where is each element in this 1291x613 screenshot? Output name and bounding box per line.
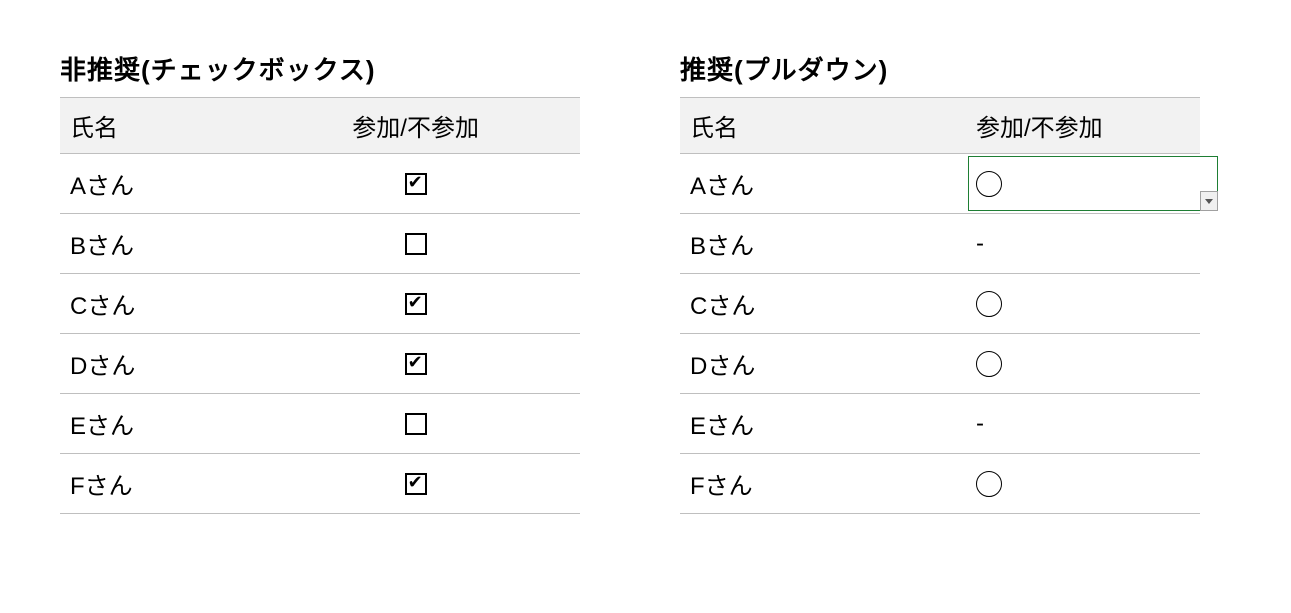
cell-pulldown[interactable] [966, 154, 1200, 214]
section-title-left: 非推奨(チェックボックス) [60, 50, 580, 87]
table-row: Bさん - [680, 214, 1200, 274]
cell-name: Bさん [680, 214, 966, 274]
cell-status [251, 274, 580, 334]
table-row: Eさん - [680, 394, 1200, 454]
checkbox-icon[interactable] [405, 413, 427, 435]
cell-name: Cさん [680, 274, 966, 334]
cell-status [251, 334, 580, 394]
cell-status [251, 214, 580, 274]
dropdown-button[interactable] [1200, 191, 1218, 211]
checkbox-icon[interactable] [405, 293, 427, 315]
table-pulldown: 氏名 参加/不参加 Aさん Bさん [680, 97, 1200, 514]
cell-pulldown[interactable]: - [966, 214, 1200, 274]
checkbox-icon[interactable] [405, 233, 427, 255]
table-row: Fさん [60, 454, 580, 514]
dash-icon: - [976, 230, 984, 258]
cell-pulldown[interactable] [966, 454, 1200, 514]
header-status-right: 参加/不参加 [966, 98, 1200, 154]
header-name-right: 氏名 [680, 98, 966, 154]
table-checkbox: 氏名 参加/不参加 Aさん Bさん Cさん [60, 97, 580, 514]
table-row: Dさん [680, 334, 1200, 394]
cell-name: Aさん [680, 154, 966, 214]
cell-name: Dさん [680, 334, 966, 394]
cell-pulldown[interactable]: - [966, 394, 1200, 454]
selected-cell-outline [968, 156, 1218, 211]
table-row: Fさん [680, 454, 1200, 514]
cell-name: Fさん [680, 454, 966, 514]
dash-icon: - [976, 410, 984, 438]
cell-name: Cさん [60, 274, 251, 334]
table-row: Dさん [60, 334, 580, 394]
section-title-right: 推奨(プルダウン) [680, 50, 1200, 87]
table-row: Bさん [60, 214, 580, 274]
cell-name: Fさん [60, 454, 251, 514]
header-status-left: 参加/不参加 [251, 98, 580, 154]
section-not-recommended: 非推奨(チェックボックス) 氏名 参加/不参加 Aさん Bさん [60, 50, 580, 514]
cell-pulldown[interactable] [966, 334, 1200, 394]
cell-name: Eさん [680, 394, 966, 454]
table-row: Aさん [60, 154, 580, 214]
header-name-left: 氏名 [60, 98, 251, 154]
chevron-down-icon [1205, 199, 1213, 204]
circle-icon [976, 171, 1002, 197]
cell-name: Dさん [60, 334, 251, 394]
cell-pulldown[interactable] [966, 274, 1200, 334]
circle-icon [976, 471, 1002, 497]
cell-status [251, 454, 580, 514]
table-row: Aさん [680, 154, 1200, 214]
checkbox-icon[interactable] [405, 173, 427, 195]
checkbox-icon[interactable] [405, 353, 427, 375]
table-row: Cさん [680, 274, 1200, 334]
checkbox-icon[interactable] [405, 473, 427, 495]
cell-status [251, 154, 580, 214]
cell-name: Aさん [60, 154, 251, 214]
cell-status [251, 394, 580, 454]
cell-name: Bさん [60, 214, 251, 274]
table-row: Cさん [60, 274, 580, 334]
table-row: Eさん [60, 394, 580, 454]
cell-name: Eさん [60, 394, 251, 454]
section-recommended: 推奨(プルダウン) 氏名 参加/不参加 Aさん [680, 50, 1200, 514]
circle-icon [976, 351, 1002, 377]
circle-icon [976, 291, 1002, 317]
